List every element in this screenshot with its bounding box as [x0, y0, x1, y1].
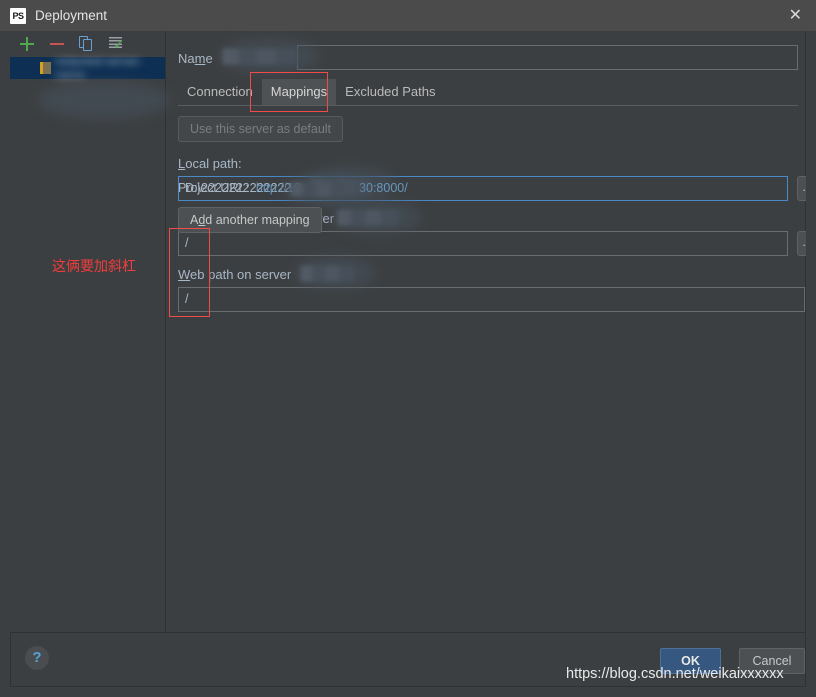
watermark: https://blog.csdn.net/weikaixxxxxx [566, 666, 784, 682]
server-list: redacted-server-name [10, 54, 165, 658]
copy-icon[interactable] [79, 36, 95, 52]
window-title: Deployment [35, 8, 108, 23]
close-icon[interactable]: ✕ [789, 7, 802, 24]
set-default-icon[interactable]: ✓ [109, 36, 125, 52]
tab-connection[interactable]: Connection [178, 79, 262, 105]
web-path-redaction-blur [301, 266, 354, 281]
name-label: Name [178, 50, 213, 66]
deployment-path-redaction-blur [338, 210, 398, 225]
plus-icon[interactable] [19, 36, 35, 52]
name-input[interactable] [297, 45, 798, 70]
web-path-label: Web path on server [178, 267, 292, 282]
tab-bar: Connection Mappings Excluded Paths [178, 78, 445, 105]
server-icon [40, 62, 51, 74]
minus-icon[interactable] [49, 36, 65, 52]
name-redaction-blur [223, 49, 296, 64]
project-url-redaction-blur [291, 183, 346, 196]
deployment-dialog: PS Deployment ✕ ✓ redacted-server-name N… [0, 0, 816, 697]
annotation-note: 这俩要加斜杠 [52, 259, 136, 275]
tab-underline [178, 105, 798, 106]
project-url-label: Project URL: [178, 181, 249, 195]
tab-excluded-paths[interactable]: Excluded Paths [336, 79, 444, 105]
deployment-path-browse-button[interactable]: ... [797, 231, 806, 256]
help-icon[interactable]: ? [25, 646, 49, 670]
local-path-browse-button[interactable]: ... [797, 176, 806, 201]
server-name-label: redacted-server-name [55, 54, 144, 82]
server-list-panel: ✓ redacted-server-name [10, 31, 170, 658]
mappings-pane: Name Connection Mappings Excluded Paths … [166, 31, 806, 658]
project-url-value-end[interactable]: 30:8000/ [359, 181, 408, 195]
title-bar: PS Deployment ✕ [0, 0, 816, 31]
add-another-mapping-button[interactable]: Add another mapping [178, 207, 322, 233]
phpstorm-icon: PS [10, 7, 26, 24]
tab-mappings[interactable]: Mappings [261, 79, 337, 105]
local-path-label: Local path: [178, 156, 242, 171]
use-server-as-default-button[interactable]: Use this server as default [178, 116, 344, 142]
deployment-path-input[interactable]: / [178, 231, 788, 256]
web-path-input[interactable]: / [178, 287, 805, 312]
list-item[interactable]: redacted-server-name [10, 54, 165, 82]
